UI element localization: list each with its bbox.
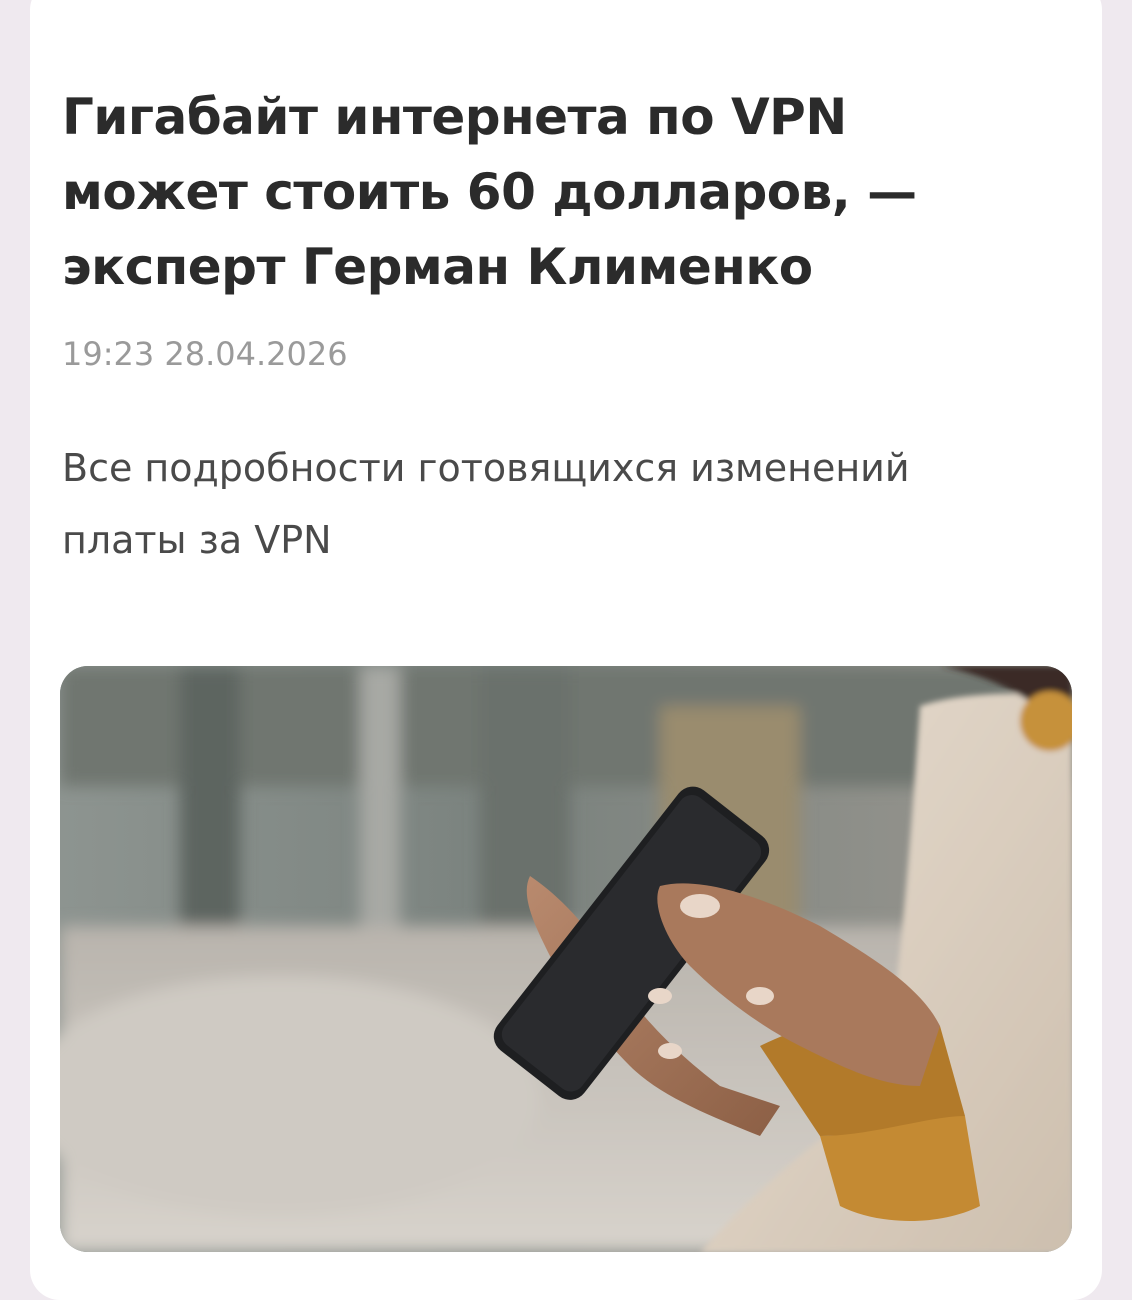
article-photo[interactable] bbox=[60, 666, 1072, 1252]
article-timestamp: 19:23 28.04.2026 bbox=[62, 335, 348, 373]
article-title[interactable]: Гигабайт интернета по VPN может стоить 6… bbox=[62, 80, 1022, 305]
article-card[interactable]: Гигабайт интернета по VPN может стоить 6… bbox=[30, 0, 1102, 1300]
photo-illustration bbox=[60, 666, 1072, 1252]
article-lead: Все подробности готовящихся изменений пл… bbox=[62, 446, 910, 562]
